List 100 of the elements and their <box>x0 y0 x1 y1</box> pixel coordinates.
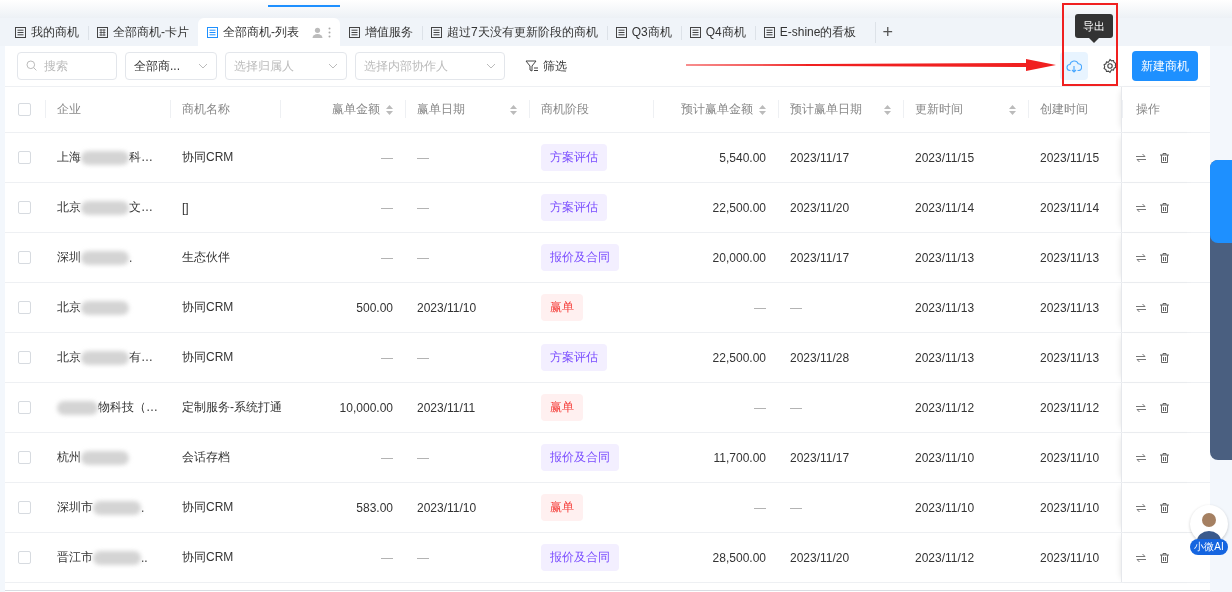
company-name: 北京 <box>57 349 81 366</box>
table-cell: — <box>417 550 429 565</box>
table-cell: 2023/11/10 <box>417 500 477 515</box>
table-cell: — <box>417 450 429 465</box>
table-cell: 2023/11/10 <box>1040 500 1100 515</box>
company-name: .. <box>141 550 148 565</box>
column-header: 操作 <box>1136 101 1160 118</box>
column-header: 赢单金额 <box>332 101 380 118</box>
table-cell: 2023/11/28 <box>790 350 850 365</box>
table-cell: 2023/11/13 <box>1040 300 1100 315</box>
view-tab[interactable]: 增值服务 <box>340 18 422 46</box>
table-cell: 协同CRM <box>182 149 234 166</box>
table-cell: 2023/11/13 <box>1040 250 1100 265</box>
view-tab[interactable]: E-shine的看板 <box>754 18 866 46</box>
view-tab[interactable]: 全部商机-卡片 <box>88 18 198 46</box>
table-cell: 2023/11/10 <box>417 300 477 315</box>
table-cell: 协同CRM <box>182 499 234 516</box>
company-name: . <box>129 250 133 265</box>
view-tab[interactable]: Q3商机 <box>606 18 681 46</box>
view-tab[interactable]: Q4商机 <box>680 18 755 46</box>
table-cell: 会话存档 <box>182 449 230 466</box>
stage-tag: 赢单 <box>541 494 583 521</box>
stage-tag: 方案评估 <box>541 194 607 221</box>
stage-tag: 报价及合同 <box>541 544 619 571</box>
table-cell: — <box>790 400 802 415</box>
table-cell: 22,500.00 <box>712 200 766 215</box>
table-cell: 2023/11/17 <box>790 150 850 165</box>
table-cell: 2023/11/15 <box>1040 150 1100 165</box>
table-cell: 2023/11/14 <box>915 200 975 215</box>
table-cell: 2023/11/10 <box>915 500 975 515</box>
table-cell: 协同CRM <box>182 549 234 566</box>
company-name: 杭州 <box>57 449 81 466</box>
stage-tag: 方案评估 <box>541 344 607 371</box>
company-name: 北京 <box>57 299 81 316</box>
table-cell: — <box>381 350 393 365</box>
stage-tag: 赢单 <box>541 294 583 321</box>
table-cell: 2023/11/13 <box>915 300 975 315</box>
table-cell: 2023/11/11 <box>417 400 476 415</box>
company-name: 深圳市 <box>57 499 93 516</box>
column-header: 创建时间 <box>1040 101 1088 118</box>
table-cell: 2023/11/20 <box>790 200 850 215</box>
table-cell: 协同CRM <box>182 349 234 366</box>
table-cell: 2023/11/13 <box>1040 350 1100 365</box>
search-field[interactable]: 搜索 <box>17 52 117 80</box>
scope-select[interactable]: 全部商... <box>125 52 217 80</box>
table-cell: — <box>754 500 766 515</box>
table-cell: 2023/11/12 <box>1040 400 1100 415</box>
company-name: 有… <box>129 349 153 366</box>
table-cell: — <box>381 200 393 215</box>
table-cell: — <box>754 300 766 315</box>
table-cell: 2023/11/12 <box>915 550 975 565</box>
table-cell: 2023/11/15 <box>915 150 975 165</box>
table-cell: 10,000.00 <box>339 400 393 415</box>
table-cell: 2023/11/10 <box>1040 550 1100 565</box>
table-cell: 2023/11/12 <box>915 400 975 415</box>
table-cell: 定制服务-系统打通 <box>182 399 282 416</box>
table-cell: 2023/11/17 <box>790 250 850 265</box>
company-name: 晋江市 <box>57 549 93 566</box>
company-name: 上海 <box>57 149 81 166</box>
table-cell: 2023/11/14 <box>1040 200 1100 215</box>
table-cell: — <box>381 250 393 265</box>
table-cell: 583.00 <box>356 500 393 515</box>
table-cell: — <box>381 450 393 465</box>
table-cell: 协同CRM <box>182 299 234 316</box>
table-cell: — <box>381 550 393 565</box>
column-header: 更新时间 <box>915 101 963 118</box>
column-header: 赢单日期 <box>417 101 465 118</box>
column-header: 预计赢单金额 <box>681 101 753 118</box>
table-cell: — <box>790 300 802 315</box>
company-name: . <box>141 500 145 515</box>
assistant-label[interactable]: 小微AI <box>1190 539 1228 555</box>
company-name: 深圳 <box>57 249 81 266</box>
table-cell: — <box>417 250 429 265</box>
table-cell: 11,700.00 <box>713 450 766 465</box>
table-cell: — <box>381 150 393 165</box>
column-header: 企业 <box>57 101 81 118</box>
view-tab[interactable]: 全部商机-列表 <box>198 18 340 46</box>
stage-tag: 报价及合同 <box>541 244 619 271</box>
table-cell: — <box>417 200 429 215</box>
table-cell: 28,500.00 <box>712 550 766 565</box>
table-cell: 22,500.00 <box>712 350 766 365</box>
view-tab[interactable]: 超过7天没有更新阶段的商机 <box>422 18 607 46</box>
company-name: 科… <box>129 149 153 166</box>
table-cell: 2023/11/10 <box>915 450 975 465</box>
stage-tag: 方案评估 <box>541 144 607 171</box>
column-header: 预计赢单日期 <box>790 101 862 118</box>
stage-tag: 报价及合同 <box>541 444 619 471</box>
table-cell: 2023/11/13 <box>915 250 975 265</box>
filter-button[interactable]: 筛选 <box>519 56 573 76</box>
view-tab[interactable]: 我的商机 <box>6 18 88 46</box>
table-cell: — <box>417 350 429 365</box>
table-cell: [] <box>182 200 189 215</box>
column-header: 商机名称 <box>182 101 230 118</box>
stage-tag: 赢单 <box>541 394 583 421</box>
table-cell: 2023/11/10 <box>1040 450 1100 465</box>
column-header: 商机阶段 <box>541 101 589 118</box>
table-cell: 生态伙伴 <box>182 249 230 266</box>
company-name: 北京 <box>57 199 81 216</box>
add-tab-button[interactable]: + <box>875 21 899 43</box>
table-cell: — <box>790 500 802 515</box>
